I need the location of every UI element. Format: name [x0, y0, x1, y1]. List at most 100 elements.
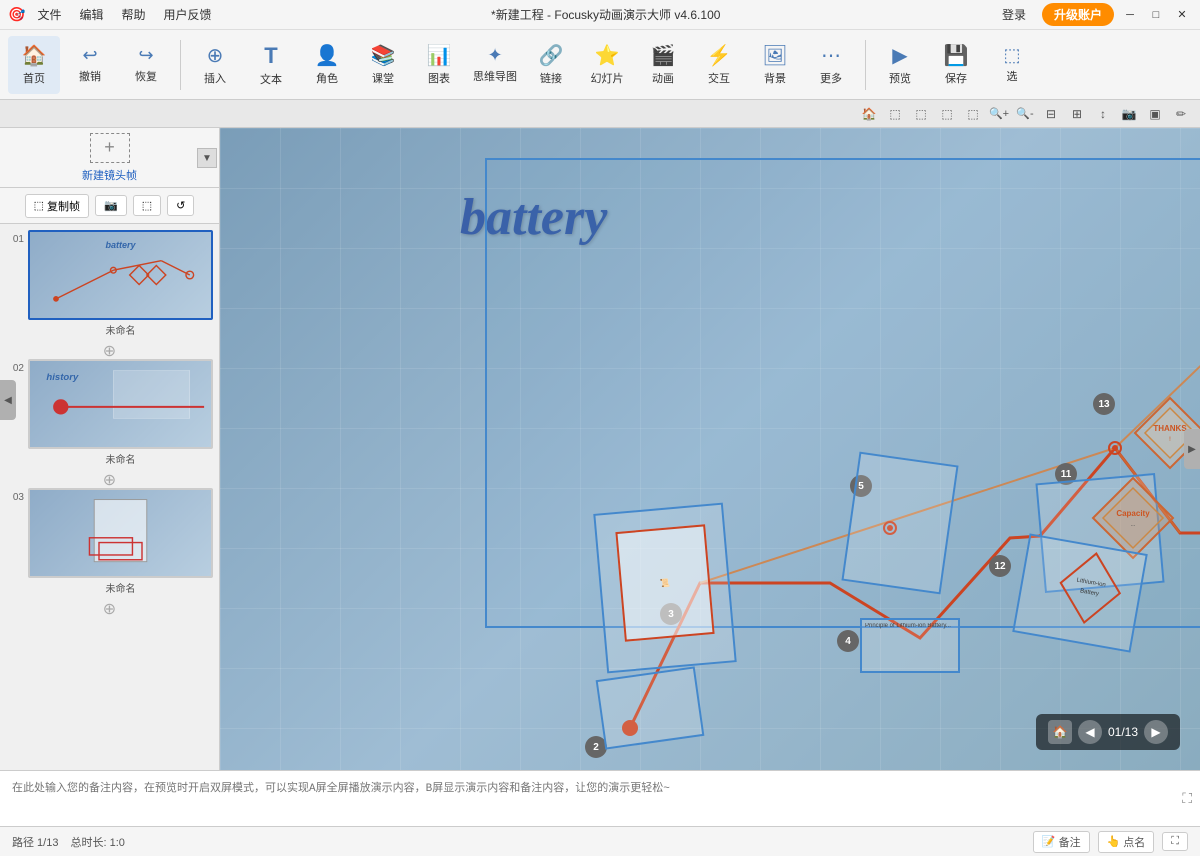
toolbar-insert[interactable]: ⊕ 插入	[189, 36, 241, 94]
canvas-content: battery	[220, 128, 1200, 770]
notes-input[interactable]	[8, 775, 1174, 822]
toolbar-save[interactable]: 💾 保存	[930, 36, 982, 94]
subtoolbar: 🏠 ⬚ ⬚ ⬚ ⬚ 🔍+ 🔍- ⊟ ⊞ ↕ 📷 ▣ ✏	[0, 100, 1200, 128]
slide-name-3: 未命名	[106, 580, 136, 595]
toolbar-preview[interactable]: ▶ 预览	[874, 36, 926, 94]
toolbar-separator-2	[865, 40, 866, 90]
toolbar-select[interactable]: ⬚ 选	[986, 36, 1038, 94]
sub-zoom-out-btn[interactable]: 🔍-	[1014, 103, 1036, 125]
sidebar-top: + 新建镜头帧 ▼	[0, 128, 219, 188]
frame-rotate-btn[interactable]: ↺	[167, 195, 194, 216]
toolbar-lesson[interactable]: 📚 课堂	[357, 36, 409, 94]
slide-wrapper-2: 02 history	[6, 359, 213, 449]
slide-name-2: 未命名	[106, 451, 136, 466]
slide-thumb-2[interactable]: history	[28, 359, 213, 449]
note-icon: 📝	[1042, 835, 1056, 848]
minimize-button[interactable]: ─	[1120, 5, 1140, 25]
menu-file[interactable]: 文件	[29, 4, 69, 25]
toolbar-link-label: 链接	[540, 70, 562, 86]
note-btn[interactable]: 📝 备注	[1033, 831, 1090, 853]
toolbar-text[interactable]: T 文本	[245, 36, 297, 94]
toolbar-more[interactable]: ⋯ 更多	[805, 36, 857, 94]
toolbar-lesson-label: 课堂	[372, 70, 394, 86]
point-btn[interactable]: 👆 点名	[1098, 831, 1155, 853]
slide-add-btn-3[interactable]: ⊕	[95, 601, 125, 617]
slide-container-2: 02 history 未命名	[6, 359, 213, 466]
slides-list: 01 battery	[0, 224, 219, 770]
notes-expand-btn[interactable]: ⛶	[1182, 790, 1192, 807]
sub-frame4-btn[interactable]: ⬚	[962, 103, 984, 125]
sub-camera-btn[interactable]: 📷	[1118, 103, 1140, 125]
content-text-left: 📜	[655, 574, 674, 593]
sub-home-btn[interactable]: 🏠	[858, 103, 880, 125]
toolbar-bg[interactable]: 🖼 背景	[749, 36, 801, 94]
main-area: + 新建镜头帧 ▼ ⬚ 复制帧 📷 ⬚ ↺	[0, 128, 1200, 770]
content-box-inner-left: 📜	[615, 524, 714, 641]
badge-4: 4	[837, 630, 859, 652]
link-icon: 🔗	[539, 43, 564, 68]
upgrade-button[interactable]: 升级账户	[1042, 3, 1114, 26]
svg-text:...: ...	[1130, 522, 1135, 528]
sub-zoom-in-btn[interactable]: 🔍+	[988, 103, 1010, 125]
save-icon: 💾	[944, 43, 969, 68]
collapse-sidebar-btn[interactable]: ◀	[0, 380, 16, 420]
sub-frame2-btn[interactable]: ⬚	[910, 103, 932, 125]
frame-resize-btn[interactable]: ⬚	[133, 195, 161, 216]
slide-thumb-1[interactable]: battery	[28, 230, 213, 320]
preview-prev-btn[interactable]: ◀	[1078, 720, 1102, 744]
fullscreen-btn[interactable]: ⛶	[1162, 832, 1188, 851]
toolbar-slideshow[interactable]: ⭐ 幻灯片	[581, 36, 633, 94]
toolbar-animate[interactable]: 🎬 动画	[637, 36, 689, 94]
notes-area: ⛶	[0, 770, 1200, 826]
badge-12: 12	[989, 555, 1011, 577]
toolbar-redo-label: 恢复	[135, 68, 157, 84]
preview-icon: ▶	[892, 43, 907, 68]
login-button[interactable]: 登录	[992, 4, 1036, 25]
toolbar-role[interactable]: 👤 角色	[301, 36, 353, 94]
path-info: 路径 1/13	[12, 834, 58, 850]
fullscreen-icon: ⛶	[1171, 835, 1179, 848]
toolbar-redo[interactable]: ↪ 恢复	[120, 36, 172, 94]
statusbar-left: 路径 1/13 总时长: 1:0	[12, 834, 125, 850]
maximize-button[interactable]: □	[1146, 5, 1166, 25]
toolbar-interact[interactable]: ⚡ 交互	[693, 36, 745, 94]
sub-frame1-btn[interactable]: ⬚	[884, 103, 906, 125]
canvas-area[interactable]: battery	[220, 128, 1200, 770]
toolbar-mindmap-label: 思维导图	[473, 68, 517, 84]
screenshot-btn[interactable]: 📷	[95, 195, 127, 216]
slide-thumb-3[interactable]	[28, 488, 213, 578]
titlebar: 🎯 文件 编辑 帮助 用户反馈 *新建工程 - Focusky动画演示大师 v4…	[0, 0, 1200, 30]
toolbar-slideshow-label: 幻灯片	[591, 70, 624, 86]
toolbar-link[interactable]: 🔗 链接	[525, 36, 577, 94]
content-box-5	[841, 452, 958, 595]
content-box-bottom	[596, 666, 705, 749]
animate-icon: 🎬	[651, 43, 676, 68]
slide-add-btn-2[interactable]: ⊕	[95, 472, 125, 488]
toolbar-undo[interactable]: ↩ 撤销	[64, 36, 116, 94]
menu-feedback[interactable]: 用户反馈	[155, 4, 219, 25]
sub-plus-btn[interactable]: ⊞	[1066, 103, 1088, 125]
note-btn-label: 备注	[1059, 834, 1081, 850]
copy-frame-btn[interactable]: ⬚ 复制帧	[25, 194, 89, 218]
bg-icon: 🖼	[762, 43, 787, 68]
toolbar-mindmap[interactable]: ✦ 思维导图	[469, 36, 521, 94]
sub-resize-btn[interactable]: ↕	[1092, 103, 1114, 125]
toolbar-chart[interactable]: 📊 图表	[413, 36, 465, 94]
toolbar-preview-label: 预览	[889, 70, 911, 86]
sub-frame3-btn[interactable]: ⬚	[936, 103, 958, 125]
sub-minus-btn[interactable]: ⊟	[1040, 103, 1062, 125]
close-button[interactable]: ✕	[1172, 5, 1192, 25]
sidebar-scroll-btn[interactable]: ▼	[197, 148, 217, 168]
sub-edit-btn[interactable]: ✏	[1170, 103, 1192, 125]
menu-edit[interactable]: 编辑	[71, 4, 111, 25]
preview-home-btn[interactable]: 🏠	[1048, 720, 1072, 744]
toolbar-home[interactable]: 🏠 首页	[8, 36, 60, 94]
toolbar-role-label: 角色	[316, 70, 338, 86]
expand-right-btn[interactable]: ▶	[1184, 429, 1200, 469]
menu-help[interactable]: 帮助	[113, 4, 153, 25]
preview-next-btn[interactable]: ▶	[1144, 720, 1168, 744]
sub-grid-btn[interactable]: ▣	[1144, 103, 1166, 125]
slide-add-btn-1[interactable]: ⊕	[95, 343, 125, 359]
frame-rotate-icon: ↺	[176, 199, 185, 212]
new-frame-area[interactable]: + 新建镜头帧	[82, 133, 137, 183]
